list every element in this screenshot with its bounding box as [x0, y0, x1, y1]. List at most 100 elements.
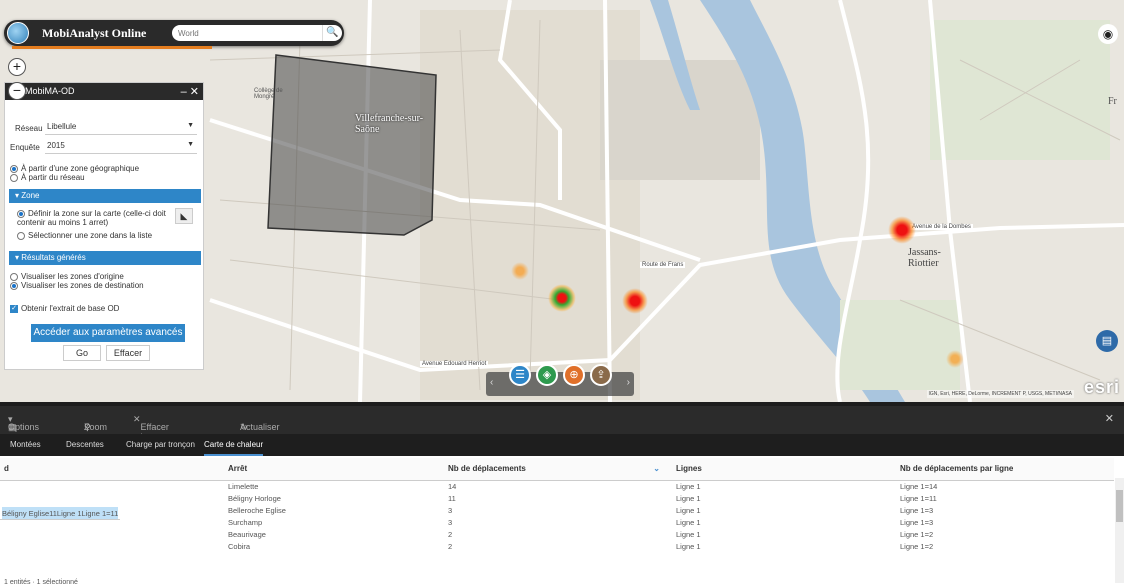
heat-spot [548, 284, 576, 312]
cell-ligne: Ligne 1 [676, 517, 701, 527]
radio-on-icon [10, 281, 18, 290]
map-label-jassans: Jassans-Riottier [908, 247, 941, 269]
mode-geo-label: À partir d'une zone géographique [21, 164, 140, 173]
cell-ligne: Ligne 1 [676, 505, 701, 515]
enquete-select[interactable]: 2015 ▼ [45, 138, 197, 154]
chevron-left-icon[interactable]: ‹ [490, 377, 493, 388]
chevron-down-icon: ▼ [187, 122, 194, 129]
reseau-select[interactable]: Libellule ▼ [45, 119, 197, 135]
radio-zone-list[interactable]: Sélectionner une zone dans la liste [17, 231, 152, 240]
res-dest-label: Visualiser les zones de destination [21, 281, 144, 290]
cell-id [0, 480, 228, 492]
table-row[interactable]: Béligny Horloge 11 Ligne 1 Ligne 1=11 [0, 492, 1114, 504]
col-header-lignes[interactable]: Lignes [676, 458, 900, 481]
table-row[interactable]: Belleroche Eglise 3 Ligne 1 Ligne 1=3 [0, 504, 1114, 516]
cell-nb: 3 [448, 517, 453, 527]
cell-id [0, 540, 228, 552]
header-accent [12, 46, 212, 49]
panel-title: MobiMA-OD [25, 86, 75, 96]
cell-par-ligne: Ligne 1=3 [900, 517, 934, 527]
zoom-label: Zoom [84, 422, 108, 432]
cell-par-ligne: Ligne 1=2 [900, 541, 934, 551]
tab-montees[interactable]: Montées [10, 440, 41, 449]
zoom-in-button[interactable]: + [8, 58, 26, 76]
search-input[interactable] [172, 25, 322, 41]
clear-selection-button[interactable]: ✕ Effacer la sélection [133, 414, 176, 452]
close-icon[interactable]: ✕ [1105, 412, 1114, 425]
chevron-right-icon[interactable]: › [627, 377, 630, 388]
table-row[interactable]: Limelette 14 Ligne 1 Ligne 1=14 [0, 480, 1114, 492]
table-toggle-icon[interactable]: ▤ [1096, 330, 1118, 352]
cell-par-ligne: Ligne 1=3 [900, 505, 934, 515]
radio-mode-geo[interactable]: À partir d'une zone géographique [10, 164, 139, 173]
radio-res-origin[interactable]: Visualiser les zones d'origine [10, 272, 124, 281]
attribute-table: ▦ Options ▾ ⚲ Zoom ✕ Effacer la sélectio… [0, 402, 1124, 586]
zone-section-header[interactable]: ▾ Zone [9, 189, 201, 203]
table-row[interactable]: Beaurivage 2 Ligne 1 Ligne 1=2 [0, 528, 1114, 540]
radio-zone-define[interactable]: Définir la zone sur la carte (celle-ci d… [17, 209, 175, 227]
app-title: MobiAnalyst Online [42, 26, 147, 40]
cell-ligne: Ligne 1 [676, 541, 701, 551]
table-row[interactable]: Cobira 2 Ligne 1 Ligne 1=2 [0, 540, 1114, 552]
layers-icon[interactable]: ◈ [536, 364, 558, 386]
col-header-nb[interactable]: Nb de déplacements ⌄ [448, 458, 676, 481]
cell-ligne: Ligne 1 [676, 529, 701, 539]
res-origin-label: Visualiser les zones d'origine [21, 272, 124, 281]
scrollbar-thumb[interactable] [1116, 490, 1123, 522]
cell-arret: Limelette [228, 481, 259, 491]
heat-spot [511, 262, 529, 280]
extract-checkbox[interactable]: ✓ Obtenir l'extrait de base OD [10, 304, 119, 313]
enquete-value: 2015 [47, 141, 65, 150]
options-label: Options [8, 422, 40, 432]
col-header-id[interactable]: d [0, 458, 228, 481]
upload-icon[interactable]: ⇪ [590, 364, 612, 386]
col-header-nb-label: Nb de déplacements [448, 464, 526, 474]
enquete-label: Enquête [10, 143, 40, 152]
results-section-header[interactable]: ▾ Résultats générés [9, 251, 201, 265]
chevron-down-icon: ▼ [187, 141, 194, 148]
cell-ligne: Ligne 1 [56, 507, 82, 519]
tab-charge[interactable]: Charge par tronçon [126, 440, 195, 449]
tab-descentes[interactable]: Descentes [66, 440, 104, 449]
cell-id [0, 492, 228, 504]
radio-res-dest[interactable]: Visualiser les zones de destination [10, 281, 144, 290]
draw-zone-icon[interactable]: ◣ [175, 208, 193, 224]
reseau-value: Libellule [47, 122, 77, 131]
analysis-icon[interactable]: ⊕ [563, 364, 585, 386]
results-table: d Arrêt Nb de déplacements ⌄ Lignes Nb de… [0, 458, 1114, 552]
cell-ligne: Ligne 1 [676, 493, 701, 503]
panel-window-controls[interactable]: – ✕ [181, 85, 199, 98]
table-row[interactable]: Béligny Eglise 11 Ligne 1 Ligne 1=11 [0, 504, 121, 520]
clear-button[interactable]: Effacer [106, 345, 150, 361]
map-label-fr: Fr [1108, 96, 1117, 107]
zone-list-label: Sélectionner une zone dans la liste [28, 231, 153, 240]
col-header-par-ligne[interactable]: Nb de déplacements par ligne [900, 458, 1114, 481]
table-toolbar: ▦ Options ▾ ⚲ Zoom ✕ Effacer la sélectio… [0, 402, 1124, 452]
map-label-villefranche: Villefranche-sur-Saône [355, 113, 424, 135]
map-label-college: Collège de Mongré [254, 88, 283, 100]
table-row[interactable]: Surchamp 3 Ligne 1 Ligne 1=3 [0, 516, 1114, 528]
advanced-params-button[interactable]: Accéder aux paramètres avancés [31, 324, 185, 342]
list-icon[interactable]: ☰ [509, 364, 531, 386]
radio-mode-reseau[interactable]: À partir du réseau [10, 173, 85, 182]
map-view[interactable]: Villefranche-sur-Saône Collège de Mongré… [0, 0, 1124, 402]
table-header-row: d Arrêt Nb de déplacements ⌄ Lignes Nb de… [0, 458, 1114, 481]
heat-spot [946, 350, 964, 368]
zoom-out-button[interactable]: − [8, 82, 26, 100]
cell-ligne: Ligne 1 [676, 481, 701, 491]
panel-header: MobiMA-OD – ✕ [5, 83, 203, 100]
cell-par-ligne: Ligne 1=11 [81, 507, 119, 519]
eye-icon[interactable]: ◉ [1098, 24, 1118, 44]
tab-carte-chaleur[interactable]: Carte de chaleur [204, 440, 264, 456]
cell-par-ligne: Ligne 1=2 [900, 529, 934, 539]
radio-off-icon [17, 231, 25, 240]
table-tabs: Montées Descentes Charge par tronçon Car… [0, 434, 1124, 456]
heat-spot [622, 288, 648, 314]
go-button[interactable]: Go [63, 345, 101, 361]
options-menu[interactable]: ▦ Options ▾ [8, 414, 39, 432]
reseau-label: Réseau [15, 124, 43, 133]
col-header-arret[interactable]: Arrêt [228, 458, 448, 481]
refresh-label: Actualiser [240, 422, 280, 432]
search-icon[interactable]: 🔍 [322, 25, 342, 41]
table-scrollbar[interactable] [1115, 478, 1124, 583]
